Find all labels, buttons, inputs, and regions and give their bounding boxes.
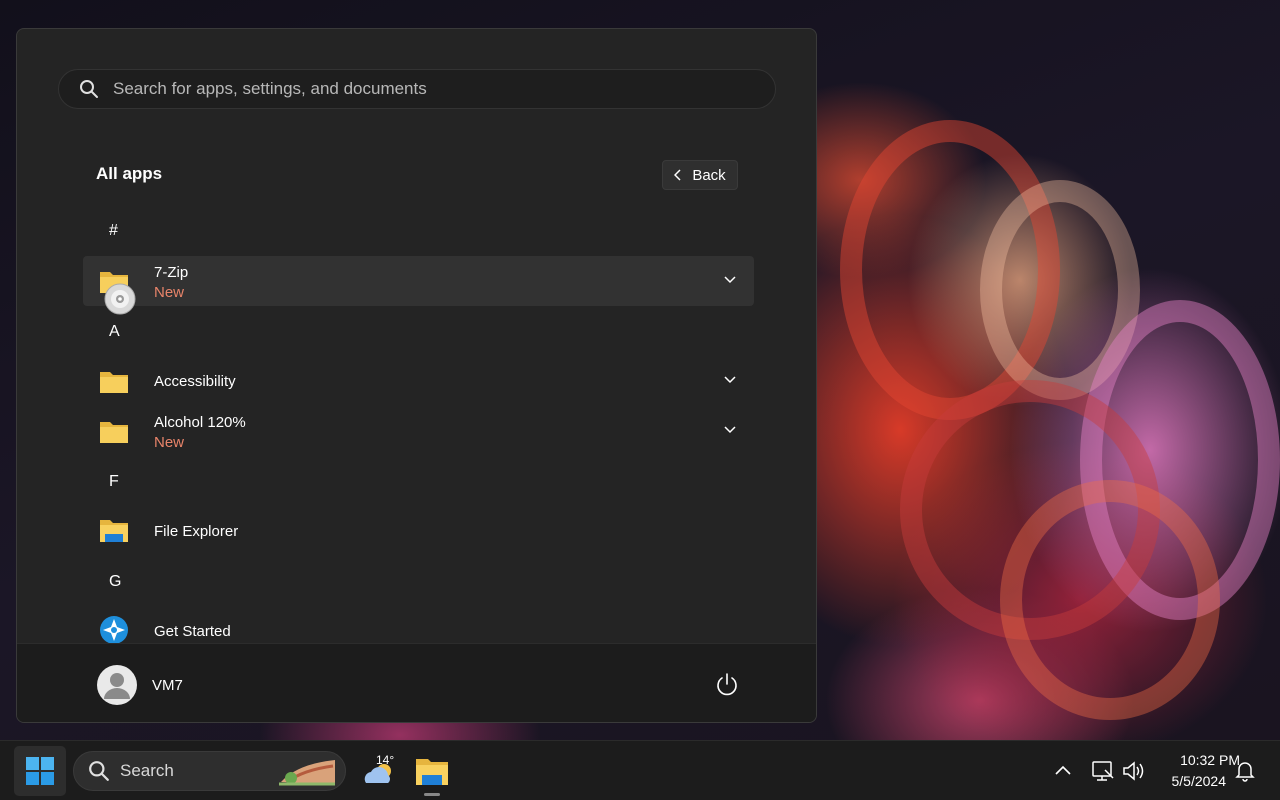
app-name: Accessibility (154, 373, 236, 390)
user-icon (104, 673, 130, 699)
start-search-input[interactable] (113, 79, 713, 99)
running-indicator (424, 793, 440, 796)
start-button[interactable] (14, 746, 66, 796)
taskbar-search-label: Search (120, 761, 174, 780)
network-icon[interactable] (1091, 760, 1115, 782)
file-explorer-icon[interactable] (414, 755, 450, 787)
folder-icon (100, 422, 128, 443)
file-explorer-icon (100, 520, 128, 542)
new-badge: New (154, 434, 185, 451)
wallpaper-ribbon (1000, 480, 1220, 720)
clock-date[interactable]: 5/5/2024 (1150, 773, 1227, 789)
app-name: 7-Zip (154, 264, 189, 281)
chevron-left-icon (674, 169, 681, 181)
start-menu: All apps Back # 7-Zip New A Accessibilit… (16, 28, 817, 723)
section-letter[interactable]: F (109, 473, 119, 491)
app-item-7zip[interactable]: 7-Zip New (83, 256, 754, 306)
section-letter[interactable]: G (109, 573, 121, 591)
start-menu-footer: VM7 (17, 643, 816, 722)
new-badge: New (154, 284, 185, 301)
back-button[interactable]: Back (662, 160, 738, 190)
windows-logo-icon (26, 757, 54, 785)
all-apps-title: All apps (96, 164, 163, 183)
user-avatar[interactable] (97, 665, 137, 705)
app-name: Get Started (154, 623, 231, 640)
back-button-label: Back (692, 166, 726, 184)
chevron-down-icon[interactable] (723, 375, 737, 385)
weather-temperature: 14° (376, 753, 395, 767)
start-search-box[interactable] (58, 69, 776, 109)
get-started-icon (100, 616, 128, 644)
search-highlight-image (279, 760, 335, 786)
section-letter[interactable]: # (109, 222, 118, 240)
search-icon (89, 761, 109, 781)
search-icon (80, 80, 98, 98)
app-item-alcohol-120[interactable]: Alcohol 120% New (83, 406, 754, 456)
app-item-accessibility[interactable]: Accessibility (83, 356, 754, 406)
chevron-down-icon[interactable] (723, 425, 737, 435)
taskbar-search[interactable]: Search (73, 751, 346, 791)
clock-time[interactable]: 10:32 PM (1150, 752, 1240, 768)
notification-bell-icon[interactable] (1235, 760, 1255, 782)
taskbar: Search 14° 10:32 PM 5/5/2024 (0, 740, 1280, 800)
power-icon[interactable] (714, 672, 740, 698)
user-name[interactable]: VM7 (152, 677, 183, 694)
app-name: File Explorer (154, 523, 239, 540)
chevron-up-icon[interactable] (1054, 763, 1072, 777)
section-letter[interactable]: A (109, 323, 120, 341)
chevron-down-icon[interactable] (723, 275, 737, 285)
app-item-file-explorer[interactable]: File Explorer (83, 506, 754, 556)
volume-icon[interactable] (1122, 760, 1146, 782)
disc-icon (104, 283, 136, 315)
folder-icon (100, 372, 128, 393)
app-name: Alcohol 120% (154, 414, 246, 431)
